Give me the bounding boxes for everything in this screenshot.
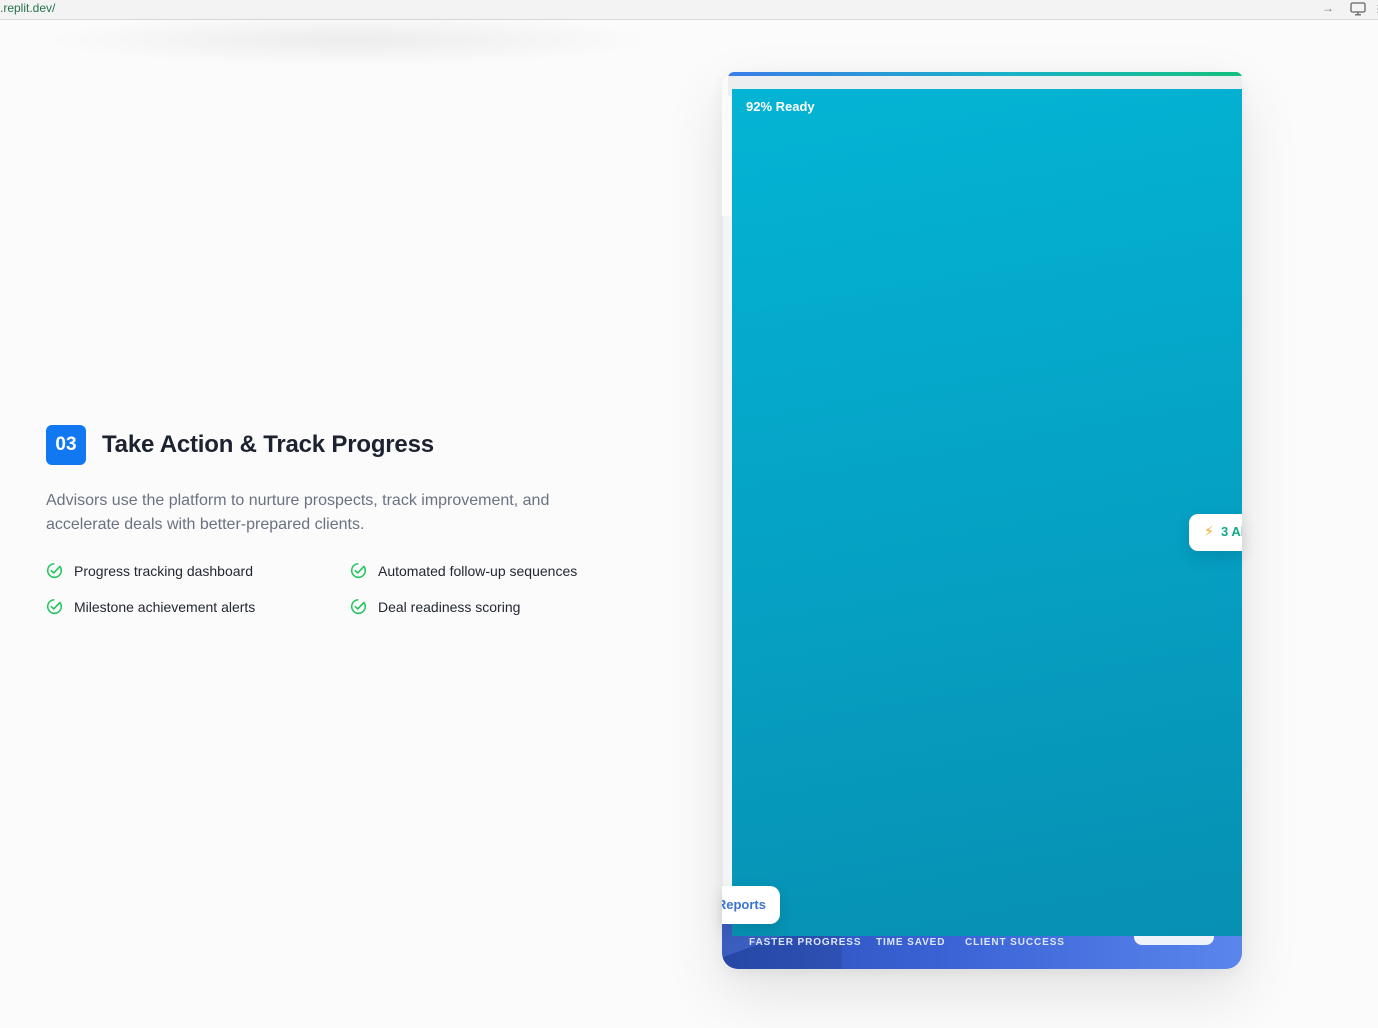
- feature-item: Milestone achievement alerts: [46, 598, 255, 615]
- feature-label: Automated follow-up sequences: [378, 562, 578, 579]
- readiness-panel: [732, 89, 1242, 936]
- metric-label-client-success: CLIENT SUCCESS: [965, 937, 1065, 948]
- check-circle-icon: [46, 562, 63, 579]
- alerts-chip-label: 3 Al: [1221, 524, 1242, 539]
- more-menu-icon[interactable]: ⋮: [1373, 4, 1378, 15]
- lightning-icon: ⚡: [1204, 523, 1214, 539]
- step-number-badge: 03: [46, 425, 86, 465]
- check-circle-icon: [350, 562, 367, 579]
- feature-label: Progress tracking dashboard: [74, 562, 253, 579]
- address-bar[interactable]: .replit.dev/: [0, 1, 55, 15]
- feature-item: Automated follow-up sequences: [350, 562, 577, 579]
- check-circle-icon: [350, 598, 367, 615]
- check-circle-icon: [46, 598, 63, 615]
- alerts-chip[interactable]: ⚡ 3 Al: [1189, 514, 1242, 551]
- feature-label: Deal readiness scoring: [378, 598, 521, 615]
- monitor-icon[interactable]: [1350, 2, 1366, 16]
- go-arrow-icon[interactable]: →: [1322, 1, 1334, 15]
- reports-chip[interactable]: Reports: [722, 886, 780, 924]
- feature-item: Progress tracking dashboard: [46, 562, 253, 579]
- feature-label: Milestone achievement alerts: [74, 598, 256, 615]
- feature-item: Deal readiness scoring: [350, 598, 520, 615]
- step-description: Advisors use the platform to nurture pro…: [46, 492, 550, 533]
- reports-chip-label: Reports: [722, 897, 766, 912]
- step-title: Take Action & Track Progress: [102, 431, 434, 458]
- metric-label-time-saved: TIME SAVED: [876, 937, 946, 948]
- readiness-label: 92% Ready: [746, 99, 815, 114]
- metric-label-faster-progress: FASTER PROGRESS: [749, 937, 862, 948]
- decorative-shadow: [40, 14, 660, 66]
